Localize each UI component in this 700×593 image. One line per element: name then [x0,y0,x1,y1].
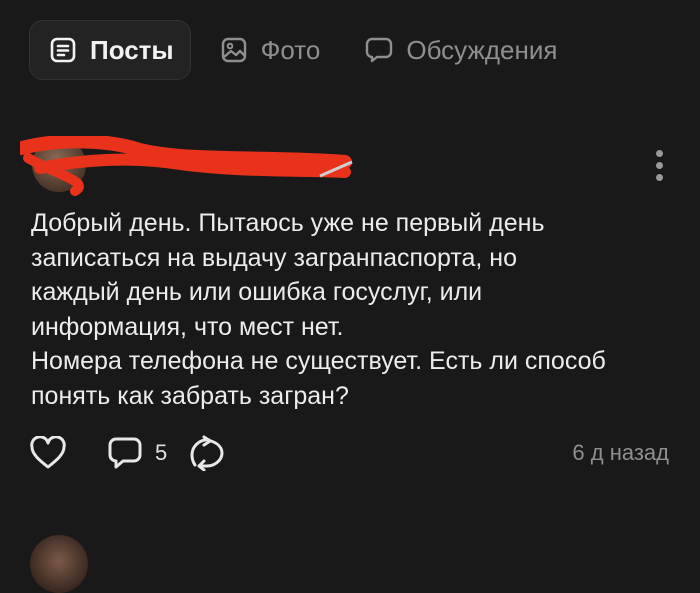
tab-photo-label: Фото [260,34,321,65]
tab-posts-label: Посты [90,34,174,65]
tab-posts[interactable]: Посты [29,20,191,80]
share-icon [190,435,224,471]
post-actions: 5 6 д назад [29,433,669,473]
post-author[interactable] [20,136,353,196]
tab-discussions[interactable]: Обсуждения [346,21,575,79]
post-text: Добрый день. Пытаюсь уже не первый день … [31,209,606,410]
more-options-icon[interactable] [656,150,664,181]
comments-button[interactable]: 5 [107,435,167,471]
heart-icon [30,436,66,469]
comment-icon [108,437,142,469]
comments-count: 5 [155,440,168,465]
tab-discussions-label: Обсуждения [406,34,558,65]
chat-bubble-icon [364,35,394,65]
next-post-avatar[interactable] [30,535,88,593]
tab-bar: Посты Фото Обсуждения [29,20,575,80]
post-timestamp: 6 д назад [572,440,669,465]
document-list-icon [48,35,78,65]
share-button[interactable] [187,435,227,471]
tab-photo[interactable]: Фото [201,21,339,79]
redaction-scribble [20,136,353,196]
image-icon [219,35,249,65]
like-button[interactable] [29,435,67,471]
